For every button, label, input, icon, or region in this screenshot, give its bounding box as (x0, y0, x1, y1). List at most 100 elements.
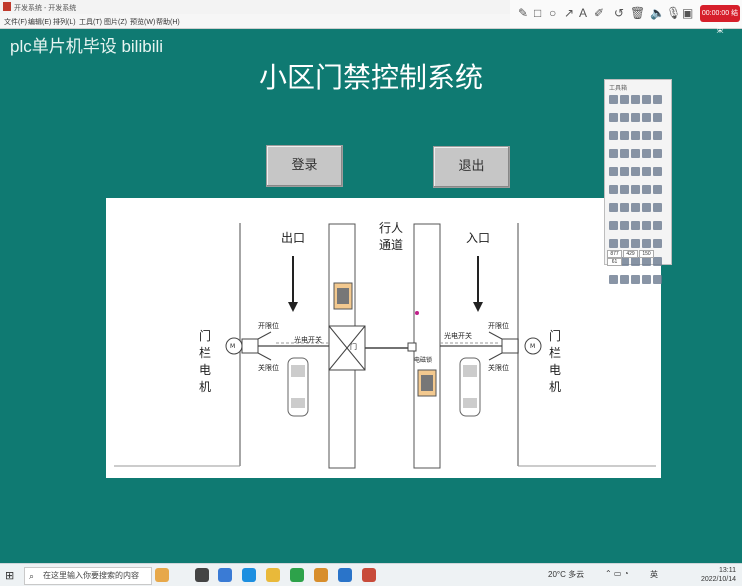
tool-icon[interactable] (642, 239, 651, 248)
tool-icon[interactable] (631, 167, 640, 176)
undo-icon[interactable]: ↺ (614, 6, 624, 20)
tool-icon[interactable] (631, 149, 640, 158)
tool-icon[interactable] (631, 131, 640, 140)
menu-picture[interactable]: 图片(Z) (104, 17, 127, 27)
tool-icon[interactable] (642, 185, 651, 194)
rectangle-icon[interactable]: □ (534, 6, 541, 20)
microphone-icon[interactable]: 🎙 (666, 6, 681, 20)
tool-icon[interactable] (609, 239, 618, 248)
exit-arrow (288, 302, 298, 312)
recording-timer[interactable]: 00:00:00 结束 (700, 5, 740, 34)
tool-icon[interactable] (642, 113, 651, 122)
tool-icon[interactable] (653, 275, 662, 284)
tool-icon[interactable] (653, 221, 662, 230)
highlighter-icon[interactable]: ✐ (594, 6, 604, 20)
tool-icon[interactable] (620, 239, 629, 248)
lock-label: 电磁锁 (414, 357, 433, 364)
menu-edit[interactable]: 编辑(E) (28, 17, 51, 27)
ime-indicator[interactable]: 英 (650, 569, 658, 580)
tool-icon[interactable] (653, 113, 662, 122)
tool-icon[interactable] (609, 149, 618, 158)
tool-icon[interactable] (642, 95, 651, 104)
tool-icon[interactable] (653, 167, 662, 176)
tool-icon[interactable] (642, 221, 651, 230)
tool-icon[interactable] (642, 149, 651, 158)
tool-icon[interactable] (609, 167, 618, 176)
left-close-limit: 关限位 (258, 364, 279, 372)
chrome-icon[interactable] (290, 568, 304, 582)
taskbar-search[interactable]: ⌕ 在这里输入你要搜索的内容 (24, 567, 152, 585)
news-app-icon[interactable] (155, 568, 169, 582)
clock[interactable]: 13:11 2022/10/14 (701, 566, 736, 584)
menu-preview[interactable]: 预览(W) (130, 17, 155, 27)
tool-icon[interactable] (653, 185, 662, 194)
tool-icon[interactable] (642, 275, 651, 284)
tool-icon[interactable] (631, 185, 640, 194)
tool-icon[interactable] (609, 203, 618, 212)
app-icon[interactable] (314, 568, 328, 582)
tool-icon[interactable] (642, 167, 651, 176)
tool-icon[interactable] (620, 95, 629, 104)
tool-icon[interactable] (620, 149, 629, 158)
tray-icons[interactable]: ⌃ ▭ ◔ (605, 569, 629, 578)
tool-icon[interactable] (620, 275, 629, 284)
tool-icon[interactable] (631, 95, 640, 104)
menu-help[interactable]: 帮助(H) (156, 17, 180, 27)
tool-icon[interactable] (609, 95, 618, 104)
circle-icon[interactable]: ○ (549, 6, 556, 20)
app-icon[interactable] (338, 568, 352, 582)
tool-icon[interactable] (620, 131, 629, 140)
toolbox-panel: 工具箱 877 429 150 61 (604, 79, 672, 284)
tool-icon[interactable] (653, 131, 662, 140)
speaker-icon[interactable]: 🔈 (650, 6, 665, 20)
entry-label: 入口 (466, 231, 491, 245)
tool-icon[interactable] (620, 113, 629, 122)
coord-y: 429 (623, 250, 638, 258)
trash-icon[interactable]: 🗑 (630, 6, 645, 20)
tool-icon[interactable] (620, 221, 629, 230)
tool-icon[interactable] (642, 131, 651, 140)
exit-button[interactable]: 退出 (433, 146, 510, 188)
weather[interactable]: 20°C 多云 (548, 569, 584, 580)
app-icon[interactable] (195, 568, 209, 582)
date: 2022/10/14 (700, 576, 736, 583)
menu-arrange[interactable]: 排列(L) (53, 17, 76, 27)
app-icon[interactable] (362, 568, 376, 582)
edge-browser-icon[interactable] (242, 568, 256, 582)
tool-icon[interactable] (642, 203, 651, 212)
tool-icon[interactable] (653, 149, 662, 158)
tool-icon[interactable] (620, 203, 629, 212)
tool-icon[interactable] (631, 221, 640, 230)
right-photo-switch: 光电开关 (444, 332, 472, 340)
tool-icon[interactable] (609, 131, 618, 140)
tool-icon[interactable] (609, 275, 618, 284)
menu-tools[interactable]: 工具(T) (79, 17, 102, 27)
tool-icon[interactable] (631, 275, 640, 284)
tool-icon[interactable] (653, 203, 662, 212)
tool-icon[interactable] (653, 239, 662, 248)
tool-icon[interactable] (631, 203, 640, 212)
folder-icon[interactable] (266, 568, 280, 582)
tool-icon[interactable] (609, 185, 618, 194)
tool-icon[interactable] (631, 113, 640, 122)
toolbox-coords: 877 429 150 61 (607, 250, 669, 266)
coord-h: 61 (607, 258, 622, 266)
camera-icon[interactable]: ▣ (682, 6, 693, 20)
menu-file[interactable]: 文件(F) (4, 17, 27, 27)
arrow-icon[interactable]: ↗ (564, 6, 574, 20)
turnstile-symbol: 门 (350, 343, 357, 351)
tool-icon[interactable] (620, 167, 629, 176)
tool-icon[interactable] (620, 185, 629, 194)
tool-icon[interactable] (631, 239, 640, 248)
text-icon[interactable]: A (579, 6, 587, 20)
task-view-icon[interactable] (218, 568, 232, 582)
login-button[interactable]: 登录 (266, 145, 343, 187)
tool-icon[interactable] (609, 113, 618, 122)
tool-icon[interactable] (609, 221, 618, 230)
coord-w: 150 (639, 250, 654, 258)
tool-icon[interactable] (653, 95, 662, 104)
start-icon[interactable]: ⊞ (5, 569, 14, 582)
taskbar: ⊞ ⌕ 在这里输入你要搜索的内容 20°C 多云 ⌃ ▭ ◔ 英 13:11 2… (0, 563, 742, 586)
left-motor-label: 门栏电机 (199, 329, 212, 394)
pen-icon[interactable]: ✎ (518, 6, 528, 20)
